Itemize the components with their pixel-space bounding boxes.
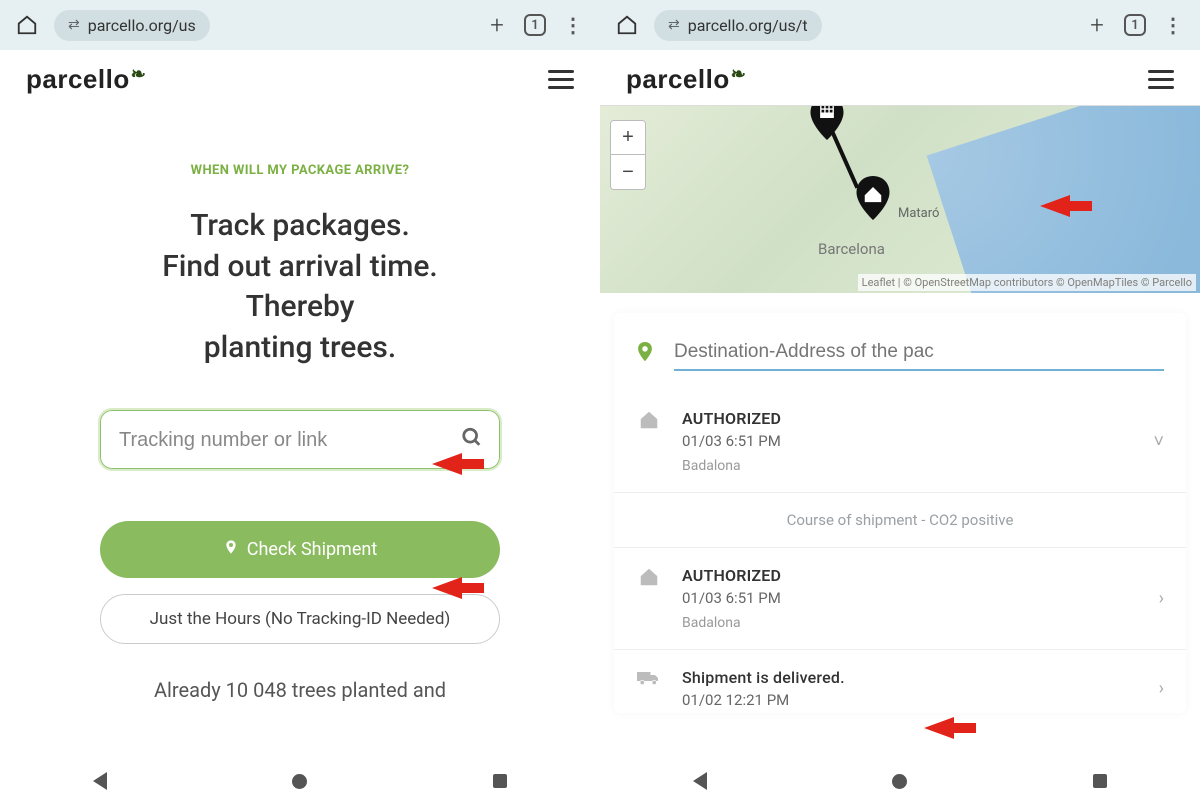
- site-settings-icon: ⇄: [68, 17, 80, 33]
- location-pin-icon: [636, 342, 654, 369]
- url-bar[interactable]: ⇄ parcello.org/us: [54, 10, 210, 41]
- logo-text: parcello: [626, 64, 730, 95]
- logo[interactable]: parcello❧: [26, 64, 146, 95]
- recents-button[interactable]: [493, 774, 507, 788]
- menu-icon[interactable]: ⋮: [1160, 12, 1186, 38]
- url-text: parcello.org/us/t: [688, 16, 808, 35]
- event-row[interactable]: Shipment is delivered. 01/02 12:21 PM ›: [636, 650, 1164, 713]
- home-icon[interactable]: [614, 12, 640, 38]
- home-button[interactable]: [292, 774, 307, 789]
- tracking-input[interactable]: [119, 429, 445, 452]
- home-icon: [636, 409, 662, 474]
- event-title: AUTHORIZED: [682, 409, 1133, 428]
- course-label: Course of shipment - CO2 positive: [636, 493, 1164, 547]
- app-header: parcello❧: [0, 50, 600, 105]
- android-nav-bar: [0, 762, 600, 800]
- event-location: Badalona: [682, 615, 1139, 631]
- hamburger-menu[interactable]: [1148, 70, 1174, 89]
- origin-marker[interactable]: [810, 105, 844, 140]
- menu-icon[interactable]: ⋮: [560, 12, 586, 38]
- back-button[interactable]: [693, 772, 707, 790]
- chevron-right-icon: ›: [1159, 588, 1164, 609]
- screenshot-left: ⇄ parcello.org/us + 1 ⋮ parcello❧ WHEN W…: [0, 0, 600, 800]
- event-row[interactable]: AUTHORIZED 01/03 6:51 PM Badalona ›: [636, 548, 1164, 649]
- leaf-icon: ❧: [731, 64, 747, 85]
- map-city-label: Mataró: [898, 206, 939, 221]
- event-time: 01/03 6:51 PM: [682, 432, 1133, 450]
- zoom-out-button[interactable]: −: [611, 155, 645, 189]
- chevron-right-icon: ›: [1159, 678, 1164, 699]
- event-row[interactable]: AUTHORIZED 01/03 6:51 PM Badalona ˅: [636, 391, 1164, 492]
- destination-marker[interactable]: [856, 176, 890, 220]
- recents-button[interactable]: [1093, 774, 1107, 788]
- event-title: AUTHORIZED: [682, 566, 1139, 585]
- map-city-label: Barcelona: [818, 240, 885, 258]
- home-icon[interactable]: [14, 12, 40, 38]
- browser-toolbar: ⇄ parcello.org/us + 1 ⋮: [0, 0, 600, 50]
- url-text: parcello.org/us: [88, 16, 196, 35]
- screenshot-right: ⇄ parcello.org/us/t + 1 ⋮ parcello❧ + −: [600, 0, 1200, 800]
- logo-text: parcello: [26, 64, 130, 95]
- event-location: Badalona: [682, 458, 1133, 474]
- event-time: 01/02 12:21 PM: [682, 691, 1139, 709]
- new-tab-button[interactable]: +: [1084, 12, 1110, 38]
- browser-toolbar: ⇄ parcello.org/us/t + 1 ⋮: [600, 0, 1200, 50]
- android-nav-bar: [600, 762, 1200, 800]
- page-content: WHEN WILL MY PACKAGE ARRIVE? Track packa…: [0, 105, 600, 762]
- map-attribution: Leaflet | © OpenStreetMap contributors ©…: [858, 274, 1196, 291]
- new-tab-button[interactable]: +: [484, 12, 510, 38]
- hamburger-menu[interactable]: [548, 70, 574, 89]
- zoom-control: + −: [610, 120, 646, 190]
- site-settings-icon: ⇄: [668, 17, 680, 33]
- destination-address-input[interactable]: [674, 339, 1164, 371]
- tab-switcher[interactable]: 1: [524, 14, 546, 36]
- leaf-icon: ❧: [131, 64, 147, 85]
- just-hours-button[interactable]: Just the Hours (No Tracking-ID Needed): [100, 594, 500, 644]
- logo[interactable]: parcello❧: [626, 64, 746, 95]
- url-bar[interactable]: ⇄ parcello.org/us/t: [654, 10, 822, 41]
- check-shipment-label: Check Shipment: [247, 539, 377, 560]
- event-time: 01/03 6:51 PM: [682, 589, 1139, 607]
- search-icon[interactable]: [461, 426, 483, 453]
- zoom-in-button[interactable]: +: [611, 121, 645, 155]
- eyebrow-text: WHEN WILL MY PACKAGE ARRIVE?: [32, 163, 568, 178]
- truck-icon: [636, 668, 662, 709]
- tab-switcher[interactable]: 1: [1124, 14, 1146, 36]
- back-button[interactable]: [93, 772, 107, 790]
- chevron-down-icon: ˅: [1153, 431, 1164, 452]
- page-content: + − Mataró Barcelona Leaflet | © OpenStr…: [600, 105, 1200, 762]
- event-title: Shipment is delivered.: [682, 668, 1139, 687]
- home-button[interactable]: [892, 774, 907, 789]
- results-card: AUTHORIZED 01/03 6:51 PM Badalona ˅ Cour…: [614, 313, 1186, 713]
- app-header: parcello❧: [600, 50, 1200, 105]
- map[interactable]: + − Mataró Barcelona Leaflet | © OpenStr…: [600, 105, 1200, 293]
- check-shipment-button[interactable]: Check Shipment: [100, 521, 500, 578]
- hero-heading: Track packages. Find out arrival time. T…: [32, 206, 568, 368]
- pin-icon: [223, 539, 239, 560]
- trees-note: Already 10 048 trees planted and: [32, 678, 568, 702]
- home-icon: [636, 566, 662, 631]
